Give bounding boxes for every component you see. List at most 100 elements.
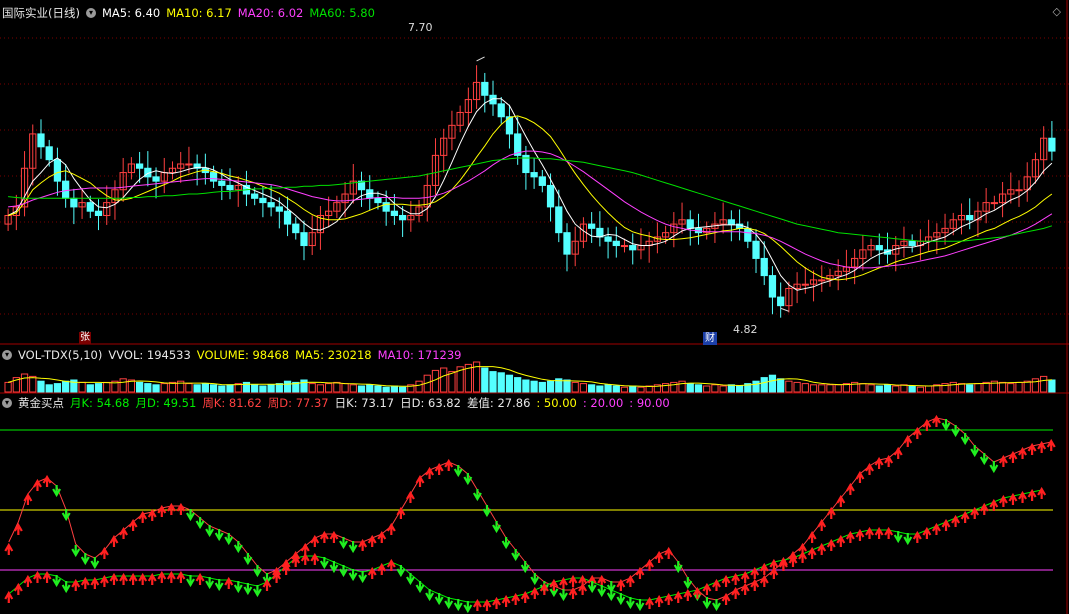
candle-down: [604, 236, 612, 242]
volume-bar-down: [209, 384, 218, 393]
week-k-up-arrow: [109, 534, 119, 547]
volume-bar-up: [949, 381, 957, 393]
week-k-down-arrow: [960, 433, 970, 446]
candle-down: [53, 159, 62, 182]
month-k-up-arrow: [4, 590, 14, 603]
volume-bar-up: [670, 381, 678, 393]
volume-bar-down: [259, 385, 267, 393]
candle-up: [185, 163, 193, 166]
volume-bar-down: [777, 378, 785, 393]
candle-down: [218, 180, 226, 186]
volume-bar-down: [1048, 379, 1056, 393]
week-k-down-arrow: [970, 445, 980, 458]
volume-bar-down: [514, 377, 522, 393]
week-k-down-arrow: [492, 521, 501, 534]
volume-bar-up: [678, 380, 686, 393]
high-marker: [476, 56, 485, 62]
volume-bar-up: [809, 384, 818, 393]
volume-bar-down: [62, 380, 70, 393]
week-k-up-arrow: [817, 518, 827, 531]
volume-bar-down: [522, 379, 530, 393]
limit-up-tag[interactable]: 张: [79, 332, 91, 344]
candle-down: [760, 257, 768, 277]
candle-down: [259, 197, 267, 204]
volume-bar-up: [1007, 383, 1015, 393]
week-k-up-arrow: [893, 446, 903, 459]
week-k-down-arrow: [463, 473, 473, 486]
volume-bar-down: [505, 374, 514, 393]
volume-bar-up: [793, 381, 801, 393]
volume-label: VOLUME: 98468: [196, 348, 290, 362]
finance-tag[interactable]: 财: [703, 332, 717, 345]
volume-bar-down: [752, 380, 760, 393]
volume-bar-down: [694, 384, 703, 393]
volume-bar-down: [908, 385, 916, 393]
volume-bar-up: [711, 384, 719, 393]
volume-bar-up: [415, 380, 423, 393]
volume-bar-up: [20, 373, 29, 393]
volume-bar-up: [579, 383, 588, 393]
volume-bar-down: [251, 384, 259, 393]
volume-bar-down: [735, 385, 744, 393]
volume-bar-up: [341, 383, 349, 393]
candle-up: [1015, 189, 1023, 192]
week-k-up-arrow: [874, 456, 884, 469]
volume-bar-up: [160, 383, 168, 393]
volume-bar-down: [875, 385, 883, 393]
week-k-down-arrow: [683, 577, 693, 590]
day-d-label: 日D: 63.82: [400, 396, 461, 410]
volume-bar-down: [546, 380, 555, 393]
week-k-up-arrow: [731, 586, 741, 599]
volume-bar-down: [94, 383, 103, 393]
volume-bar-down: [201, 383, 209, 393]
candle-down: [292, 223, 300, 234]
week-k-down-arrow: [243, 553, 253, 566]
diamond-icon[interactable]: ◇: [1053, 5, 1061, 18]
week-k-up-arrow: [386, 522, 396, 535]
low-marker: [780, 307, 789, 312]
volume-bar-down: [45, 384, 53, 393]
volume-bar-down: [357, 385, 366, 393]
month-k-label: 月K: 54.68: [70, 396, 130, 410]
volume-bar-down: [300, 379, 308, 393]
week-k-up-arrow: [415, 474, 425, 487]
week-k-up-arrow: [807, 530, 817, 543]
indicator-settings-icon[interactable]: ▾: [2, 398, 12, 408]
candle-down: [283, 210, 292, 225]
volume-bar-down: [596, 385, 604, 393]
week-k-down-arrow: [530, 573, 540, 586]
volume-bar-up: [1031, 378, 1040, 393]
volume-bar-down: [538, 381, 546, 393]
volume-bar-down: [267, 384, 275, 393]
candle-down: [275, 206, 283, 212]
ma20-label: MA20: 6.02: [237, 6, 304, 20]
volume-bar-up: [185, 383, 193, 393]
volume-bar-up: [78, 381, 86, 393]
volume-bar-up: [785, 380, 793, 393]
week-k-up-arrow: [4, 542, 14, 555]
month-k-down-arrow: [52, 575, 62, 588]
volume-bar-up: [859, 383, 867, 393]
week-k-up-arrow: [845, 482, 855, 495]
candle-down: [563, 232, 571, 255]
week-k-up-arrow: [406, 490, 415, 503]
volume-bar-down: [53, 383, 62, 393]
volume-settings-icon[interactable]: ▾: [2, 350, 12, 360]
week-k-down-arrow: [224, 533, 234, 546]
candle-up: [620, 245, 629, 248]
candle-down: [209, 172, 218, 182]
candle-down: [596, 227, 604, 238]
volume-bar-up: [308, 383, 316, 393]
vvol-label: VVOL: 194533: [108, 348, 191, 362]
volume-panel-header: ▾ VOL-TDX(5,10) VVOL: 194533 VOLUME: 984…: [2, 347, 467, 363]
volume-bar-down: [588, 384, 596, 393]
volume-bar-down: [193, 384, 201, 393]
volume-bar-down: [966, 384, 974, 393]
week-k-down-arrow: [90, 557, 100, 570]
volume-bar-down: [226, 384, 234, 393]
chart-canvas[interactable]: [0, 0, 1069, 614]
week-k-up-arrow: [23, 492, 33, 505]
level-50-label: : 50.00: [536, 396, 577, 410]
week-k-up-arrow: [119, 526, 128, 539]
settings-circle-icon[interactable]: ▾: [85, 8, 96, 18]
